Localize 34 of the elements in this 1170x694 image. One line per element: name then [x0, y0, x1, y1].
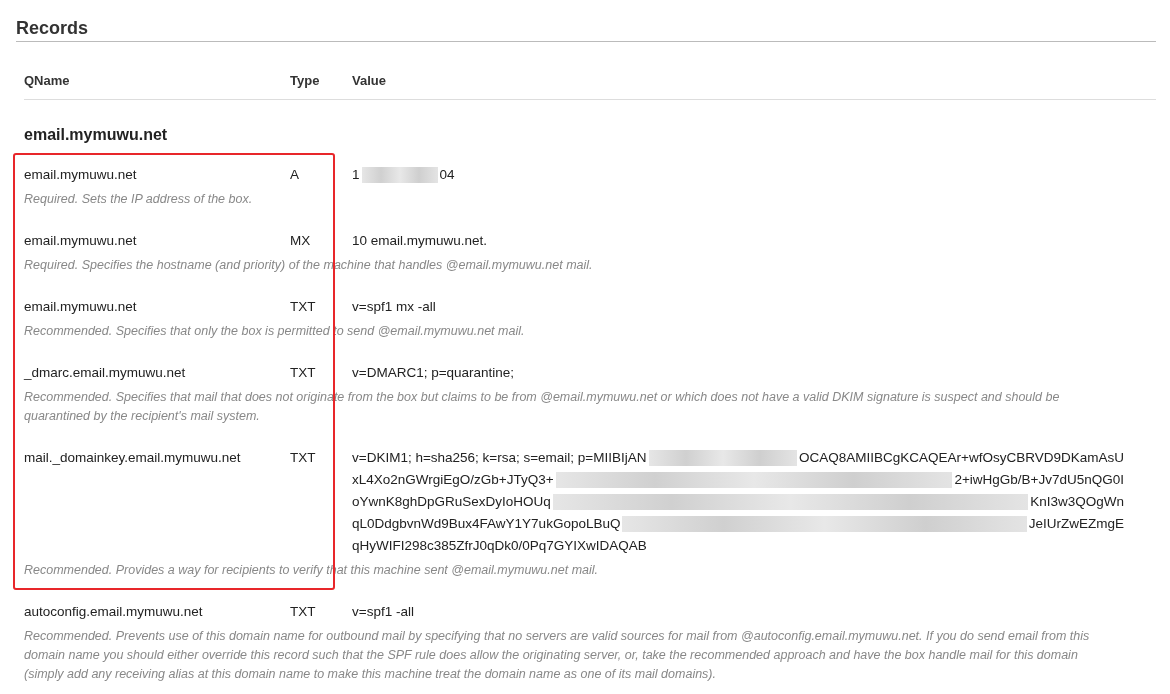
type-text: TXT	[290, 603, 317, 621]
type-text: TXT	[290, 364, 317, 382]
section-title: Records	[16, 18, 1156, 42]
qname-text: autoconfig.email.mymuwu.net	[24, 603, 204, 621]
value-text: v=spf1 -all	[352, 603, 414, 621]
value-text: 1	[352, 166, 360, 184]
record-description: Recommended. Prevents use of this domain name for outbound mail by specifying that no servers are valid sources for mail from @autoconfig.email.mymuwu.net. If you do send email from this domain name you should either override this record such that the SPF rule does allow the originating server, or, take the recommended approach and have the box handle mail for this domain (simply add any receiving alias at this domain name to make this machine treat the domain name as one of its mail domains).	[24, 628, 1091, 683]
record-description: Required. Sets the IP address of the box.	[24, 191, 254, 208]
qname-text: email.mymuwu.net	[24, 166, 138, 184]
value-text: v=DKIM1; h=sha256; k=rsa; s=email; p=MIIBIjAN	[352, 449, 647, 467]
value-text: 04	[439, 166, 455, 184]
type-text: TXT	[290, 298, 317, 316]
value-text: 2+iwHgGb/B+Jv7dU5nQG0I	[954, 471, 1124, 489]
qname-text: email.mymuwu.net	[24, 298, 138, 316]
column-header: Type	[290, 73, 321, 88]
group-heading: email.mymuwu.net	[24, 126, 169, 144]
value-text: v=spf1 mx -all	[352, 298, 436, 316]
value-text: xL4Xo2nGWrgiEgO/zGb+JTyQ3+	[352, 471, 554, 489]
value-text: v=DMARC1; p=quarantine;	[352, 364, 515, 382]
value-text: KnI3w3QOgWn	[1030, 493, 1124, 511]
type-text: MX	[290, 232, 312, 250]
value-text: 10 email.mymuwu.net.	[352, 232, 488, 250]
qname-text: mail._domainkey.email.mymuwu.net	[24, 449, 242, 467]
qname-text: email.mymuwu.net	[24, 232, 138, 250]
value-text: qHyWIFI298c385ZfrJ0qDk0/0Pq7GYIXwIDAQAB	[352, 537, 647, 555]
value-text: oYwnK8ghDpGRuSexDyIoHOUq	[352, 493, 551, 511]
type-text: TXT	[290, 449, 317, 467]
value-text: JeIUrZwEZmgE	[1028, 515, 1124, 533]
type-text: A	[290, 166, 300, 184]
value-text: OCAQ8AMIIBCgKCAQEAr+wfOsyCBRVD9DKamAsU	[799, 449, 1124, 467]
qname-text: _dmarc.email.mymuwu.net	[24, 364, 187, 382]
column-header: Value	[352, 73, 387, 88]
value-text: qL0DdgbvnWd9Bux4FAwY1Y7ukGopoLBuQ	[352, 515, 621, 533]
column-header: QName	[24, 73, 71, 88]
